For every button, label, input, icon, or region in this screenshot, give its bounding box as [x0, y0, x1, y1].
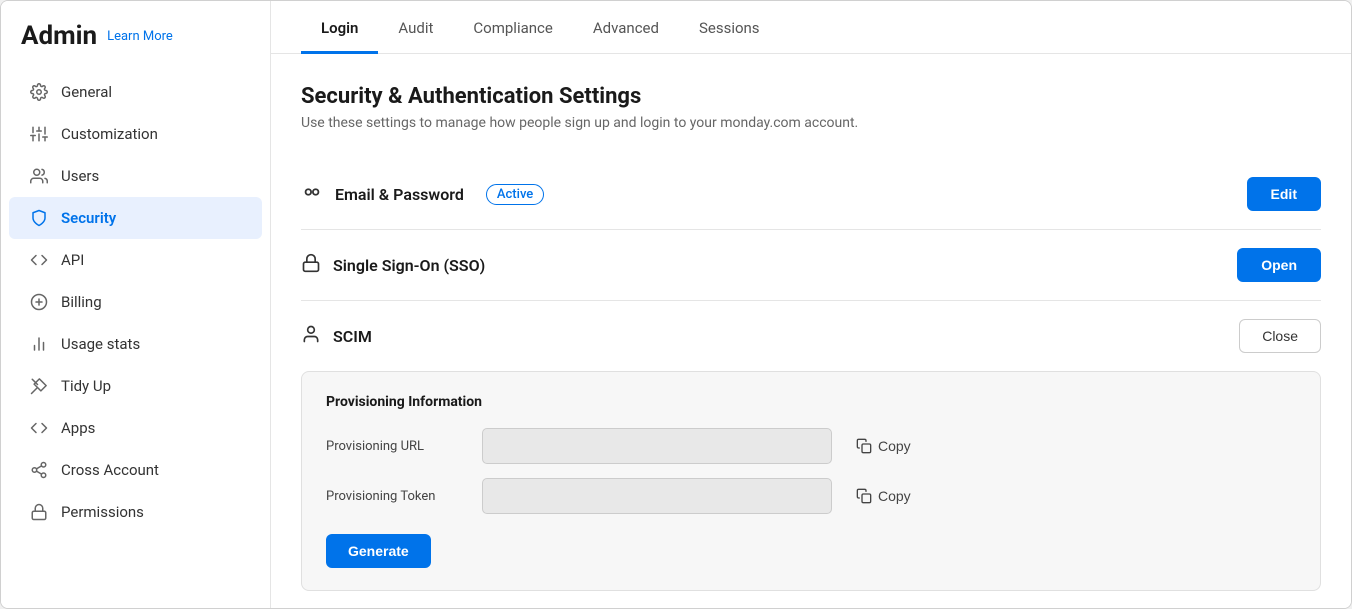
sidebar-item-security[interactable]: Security	[9, 197, 262, 239]
provisioning-url-copy-button[interactable]: Copy	[848, 434, 919, 458]
active-badge: Active	[486, 184, 544, 205]
generate-button[interactable]: Generate	[326, 534, 431, 568]
sidebar-item-users[interactable]: Users	[9, 155, 262, 197]
sidebar-header: Admin Learn More	[1, 21, 270, 71]
scim-name: SCIM	[333, 327, 372, 346]
open-button[interactable]: Open	[1237, 248, 1321, 282]
tab-compliance[interactable]: Compliance	[453, 1, 572, 54]
provisioning-url-copy-label: Copy	[878, 438, 911, 454]
sidebar-nav: General Customization Users	[1, 71, 270, 533]
dollar-icon	[29, 292, 49, 312]
tab-login[interactable]: Login	[301, 1, 378, 54]
close-button[interactable]: Close	[1239, 319, 1321, 353]
sidebar-item-cross-account[interactable]: Cross Account	[9, 449, 262, 491]
copy-icon	[856, 438, 872, 454]
sidebar: Admin Learn More General Customization	[1, 1, 271, 608]
sidebar-item-label-general: General	[61, 83, 112, 101]
share-icon	[29, 460, 49, 480]
email-password-name: Email & Password	[335, 185, 464, 204]
scim-section: SCIM Close Provisioning Information Prov…	[301, 301, 1321, 608]
scim-icon	[301, 324, 321, 349]
scim-header-row: SCIM Close	[301, 301, 1321, 371]
tab-advanced[interactable]: Advanced	[573, 1, 679, 54]
main-content: Login Audit Compliance Advanced Sessions…	[271, 1, 1351, 608]
page-title: Security & Authentication Settings	[301, 84, 1321, 109]
content-area: Security & Authentication Settings Use t…	[271, 54, 1351, 608]
api-icon	[29, 250, 49, 270]
sso-left: Single Sign-On (SSO)	[301, 253, 485, 278]
provisioning-url-label: Provisioning URL	[326, 439, 466, 454]
provisioning-token-copy-button[interactable]: Copy	[848, 484, 919, 508]
sso-name: Single Sign-On (SSO)	[333, 256, 485, 275]
sidebar-item-label-cross-account: Cross Account	[61, 461, 159, 479]
gear-icon	[29, 82, 49, 102]
email-password-left: Email & Password Active	[301, 181, 544, 208]
sidebar-item-billing[interactable]: Billing	[9, 281, 262, 323]
provisioning-token-input[interactable]	[482, 478, 832, 514]
provisioning-url-row: Provisioning URL Copy	[326, 428, 1296, 464]
sidebar-item-label-api: API	[61, 251, 84, 269]
main-window: Admin Learn More General Customization	[0, 0, 1352, 609]
learn-more-link[interactable]: Learn More	[107, 29, 173, 44]
scim-panel-title: Provisioning Information	[326, 394, 1296, 410]
sidebar-item-usage-stats[interactable]: Usage stats	[9, 323, 262, 365]
provisioning-token-copy-label: Copy	[878, 488, 911, 504]
broom-icon	[29, 376, 49, 396]
sidebar-item-label-users: Users	[61, 167, 99, 185]
sidebar-item-customization[interactable]: Customization	[9, 113, 262, 155]
tabs-bar: Login Audit Compliance Advanced Sessions	[271, 1, 1351, 54]
sidebar-item-label-billing: Billing	[61, 293, 102, 311]
sidebar-item-label-security: Security	[61, 209, 116, 227]
copy-icon-2	[856, 488, 872, 504]
page-subtitle: Use these settings to manage how people …	[301, 115, 1321, 131]
provisioning-token-row: Provisioning Token Copy	[326, 478, 1296, 514]
email-password-icon	[301, 181, 323, 208]
sidebar-item-api[interactable]: API	[9, 239, 262, 281]
sliders-icon	[29, 124, 49, 144]
sidebar-item-apps[interactable]: Apps	[9, 407, 262, 449]
lock-icon	[29, 502, 49, 522]
scim-left: SCIM	[301, 324, 372, 349]
sidebar-item-label-apps: Apps	[61, 419, 95, 437]
provisioning-url-input[interactable]	[482, 428, 832, 464]
bar-chart-icon	[29, 334, 49, 354]
sidebar-item-label-customization: Customization	[61, 125, 158, 143]
sso-section: Single Sign-On (SSO) Open	[301, 230, 1321, 301]
sidebar-title: Admin	[21, 21, 97, 51]
provisioning-token-label: Provisioning Token	[326, 489, 466, 504]
code-icon	[29, 418, 49, 438]
sidebar-item-label-tidy-up: Tidy Up	[61, 377, 111, 395]
sidebar-item-permissions[interactable]: Permissions	[9, 491, 262, 533]
sso-icon	[301, 253, 321, 278]
edit-button[interactable]: Edit	[1247, 177, 1321, 211]
sidebar-item-general[interactable]: General	[9, 71, 262, 113]
scim-panel: Provisioning Information Provisioning UR…	[301, 371, 1321, 591]
sidebar-item-label-usage-stats: Usage stats	[61, 335, 140, 353]
email-password-section: Email & Password Active Edit	[301, 159, 1321, 230]
tab-sessions[interactable]: Sessions	[679, 1, 780, 54]
tab-audit[interactable]: Audit	[378, 1, 453, 54]
sidebar-item-tidy-up[interactable]: Tidy Up	[9, 365, 262, 407]
shield-icon	[29, 208, 49, 228]
sidebar-item-label-permissions: Permissions	[61, 503, 144, 521]
users-icon	[29, 166, 49, 186]
